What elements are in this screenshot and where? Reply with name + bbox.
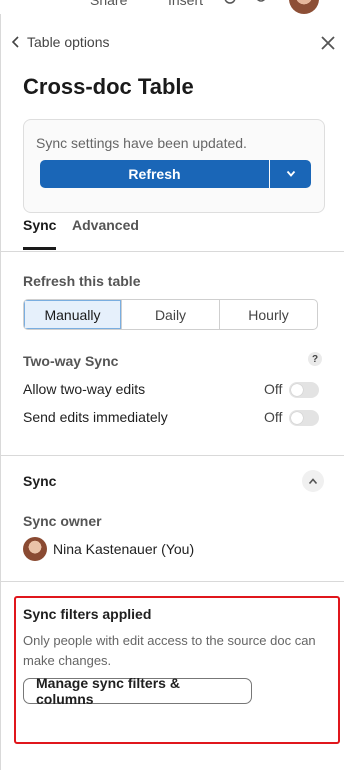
section-divider xyxy=(1,455,344,456)
chevron-down-icon xyxy=(286,170,295,177)
send-edits-immediately-toggle[interactable] xyxy=(289,410,319,426)
option-manually[interactable]: Manually xyxy=(24,300,121,329)
tab-bar: Sync Advanced xyxy=(1,214,344,252)
chevron-left-icon xyxy=(11,36,19,48)
back-label: Table options xyxy=(27,34,110,50)
bell-icon[interactable] xyxy=(254,0,268,8)
help-icon[interactable]: ? xyxy=(308,352,322,366)
refresh-button[interactable]: Refresh xyxy=(40,160,269,188)
send-edits-immediately-label: Send edits immediately xyxy=(23,409,168,425)
sync-notice: Sync settings have been updated. Refresh xyxy=(23,119,325,213)
top-toolbar: Share Insert xyxy=(0,0,344,14)
send-edits-immediately-state: Off xyxy=(264,409,283,425)
section-divider xyxy=(1,581,344,582)
owner-name: Nina Kastenauer (You) xyxy=(53,541,195,557)
tab-sync[interactable]: Sync xyxy=(23,217,57,250)
refresh-table-label: Refresh this table xyxy=(23,273,141,289)
collapse-section-button[interactable] xyxy=(302,470,324,492)
sync-owner-label: Sync owner xyxy=(23,513,102,529)
refresh-dropdown-button[interactable] xyxy=(270,160,311,188)
sync-section-title: Sync xyxy=(23,473,57,489)
chevron-up-icon xyxy=(308,477,318,484)
panel-title: Cross-doc Table xyxy=(23,74,194,99)
close-icon[interactable] xyxy=(319,34,337,52)
allow-two-way-edits-label: Allow two-way edits xyxy=(23,381,146,397)
insert-icon xyxy=(146,0,160,6)
refresh-frequency-selector: Manually Daily Hourly xyxy=(23,299,318,330)
share-button[interactable]: Share xyxy=(90,0,127,8)
two-way-sync-label: Two-way Sync xyxy=(23,353,119,369)
gear-icon[interactable] xyxy=(222,0,238,8)
option-daily[interactable]: Daily xyxy=(121,300,219,329)
insert-button[interactable]: Insert xyxy=(168,0,203,8)
user-avatar[interactable] xyxy=(289,0,319,14)
sync-filters-title: Sync filters applied xyxy=(23,606,152,622)
notice-message: Sync settings have been updated. xyxy=(36,135,247,151)
allow-two-way-edits-state: Off xyxy=(264,381,283,397)
allow-two-way-edits-toggle[interactable] xyxy=(289,382,319,398)
tab-advanced[interactable]: Advanced xyxy=(72,217,139,233)
sync-filters-callout: Sync filters applied Only people with ed… xyxy=(14,596,340,744)
manage-sync-filters-button[interactable]: Manage sync filters & columns xyxy=(23,675,252,707)
back-button[interactable]: Table options xyxy=(11,34,110,50)
sync-owner: Nina Kastenauer (You) xyxy=(23,537,194,561)
sync-filters-description: Only people with edit access to the sour… xyxy=(23,633,316,668)
option-hourly[interactable]: Hourly xyxy=(219,300,317,329)
owner-avatar xyxy=(23,537,47,561)
table-options-panel: Table options Cross-doc Table Sync setti… xyxy=(0,14,344,770)
